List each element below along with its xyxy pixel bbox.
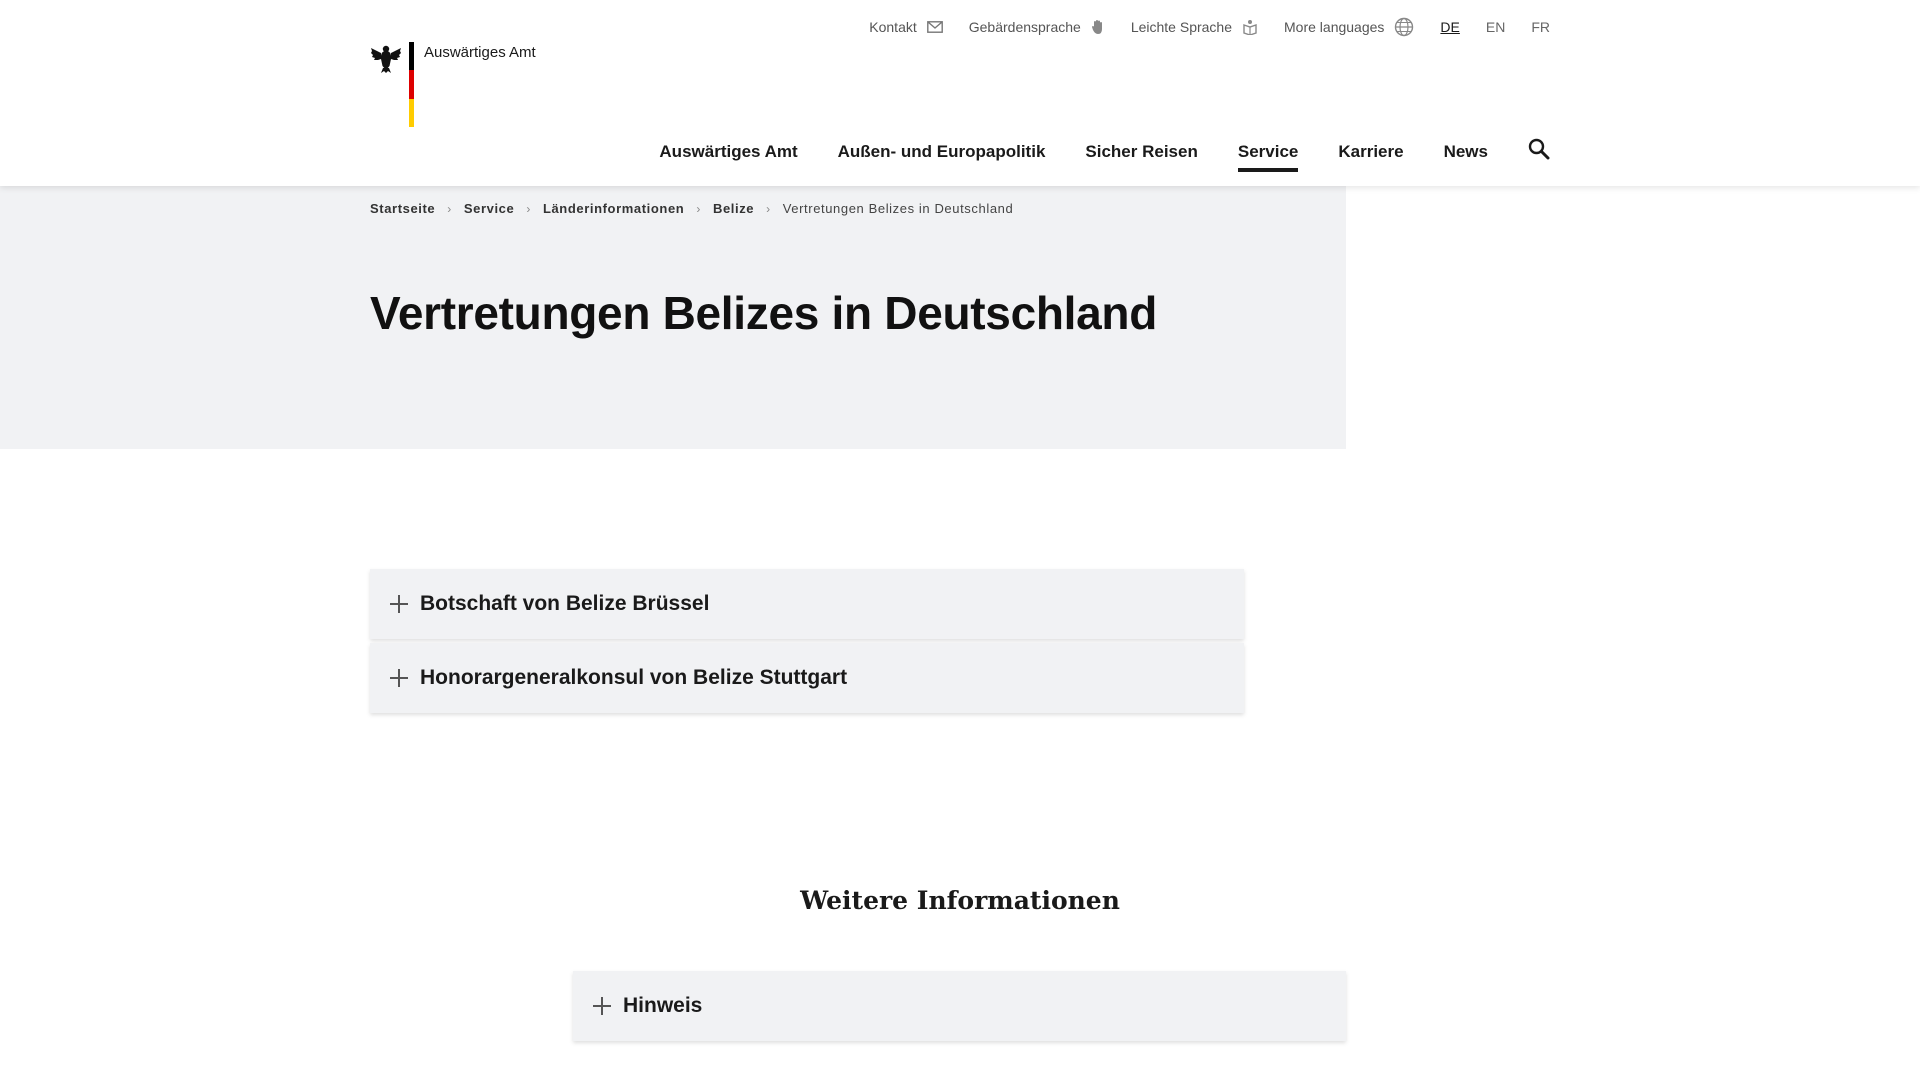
breadcrumb-service[interactable]: Service [464,201,514,216]
flag-bar [409,42,414,127]
chevron-right-icon: › [766,201,771,216]
accordion-label: Botschaft von Belize Brüssel [420,592,710,615]
accordion-botschaft-bruessel[interactable]: Botschaft von Belize Brüssel [370,569,1244,639]
plus-icon [390,595,408,613]
brand-name: Auswärtiges Amt [424,44,536,61]
globe-icon [1395,17,1414,37]
meta-link-kontakt[interactable]: Kontakt [869,19,943,35]
accordion-honorargeneralkonsul-stuttgart[interactable]: Honorargeneralkonsul von Belize Stuttgar… [370,643,1244,713]
accordion-label: Honorargeneralkonsul von Belize Stuttgar… [420,666,848,689]
page-hero: Startseite › Service › Länderinformation… [0,186,1346,449]
nav-sicher-reisen[interactable]: Sicher Reisen [1085,142,1197,172]
search-button[interactable] [1528,138,1550,165]
meta-link-label: More languages [1284,19,1385,35]
plus-icon [593,997,611,1015]
meta-link-more-languages[interactable]: More languages [1284,17,1414,37]
nav-auswaertiges-amt[interactable]: Auswärtiges Amt [659,142,797,172]
more-info-heading: Weitere Informationen [800,886,1120,915]
page-title: Vertretungen Belizes in Deutschland [370,287,1158,339]
nav-news[interactable]: News [1444,142,1488,172]
breadcrumb: Startseite › Service › Länderinformation… [370,201,1013,216]
meta-link-label: Kontakt [869,19,917,35]
breadcrumb-laenderinformationen[interactable]: Länderinformationen [543,201,684,216]
language-fr[interactable]: FR [1531,19,1550,35]
language-en[interactable]: EN [1486,19,1505,35]
site-logo[interactable]: Auswärtiges Amt [370,42,536,127]
nav-aussen-und-europapolitik[interactable]: Außen- und Europapolitik [838,142,1046,172]
chevron-right-icon: › [696,201,701,216]
nav-karriere[interactable]: Karriere [1338,142,1403,172]
nav-service[interactable]: Service [1237,142,1298,172]
federal-eagle-icon [371,45,401,73]
breadcrumb-current: Vertretungen Belizes in Deutschland [782,201,1014,216]
meta-link-label: Leichte Sprache [1130,19,1233,35]
accordion-hinweis[interactable]: Hinweis [573,971,1346,1041]
hand-icon [1091,20,1102,34]
meta-link-gebaerdensprache[interactable]: Gebärdensprache [969,19,1105,35]
accordion-label: Hinweis [623,994,703,1017]
easy-language-icon [1243,20,1257,35]
plus-icon [390,669,408,687]
breadcrumb-startseite[interactable]: Startseite [370,201,435,216]
meta-navigation: Kontakt Gebärdensprache Leichte Sprache … [843,17,1550,37]
chevron-right-icon: › [447,201,452,216]
meta-link-label: Gebärdensprache [968,19,1081,35]
main-navigation: Auswärtiges Amt Außen- und Europapolitik… [619,138,1550,175]
breadcrumb-belize[interactable]: Belize [713,201,754,216]
meta-link-leichte-sprache[interactable]: Leichte Sprache [1131,19,1258,35]
site-header: Auswärtiges Amt Kontakt Gebärdensprache … [0,0,1920,186]
mail-icon [926,21,943,33]
search-icon [1528,138,1550,160]
chevron-right-icon: › [526,201,531,216]
language-de[interactable]: DE [1440,19,1459,35]
